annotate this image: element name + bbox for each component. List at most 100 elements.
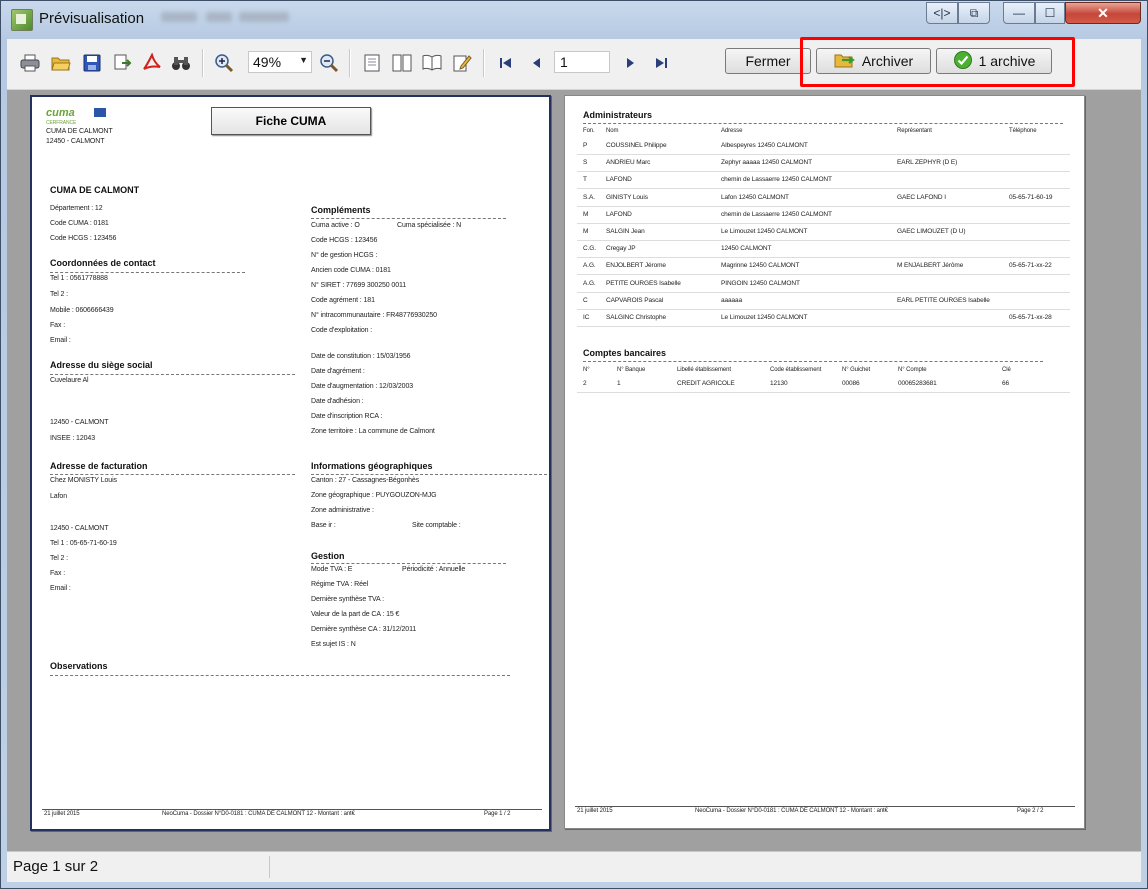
open-folder-icon[interactable] <box>50 52 72 74</box>
section-title: CUMA DE CALMONT <box>50 185 140 195</box>
table-cell: GAEC LAFOND I <box>897 193 946 201</box>
field-fact: Lafon <box>50 493 68 500</box>
table-row <box>577 257 1070 259</box>
table-row <box>577 222 1070 224</box>
table-row <box>577 291 1070 293</box>
dashed-divider <box>50 272 245 273</box>
single-page-icon[interactable] <box>361 52 383 74</box>
bank-header: N° Banque <box>617 367 646 373</box>
preview-area[interactable]: cuma CERFRANCE CUMA DE CALMONT 12450 - C… <box>7 90 1141 851</box>
bank-header: N° Compte <box>898 367 927 373</box>
title-bar[interactable]: Prévisualisation <|> ⧉ — ☐ ✕ <box>1 1 1147 37</box>
table-cell: Magrinne 12450 CALMONT <box>721 262 800 270</box>
close-button[interactable]: ✕ <box>1065 2 1141 24</box>
print-icon[interactable] <box>19 52 41 74</box>
field: Date d'adhésion : <box>311 398 364 405</box>
field-tel2: Tel 2 : <box>50 291 68 298</box>
table-cell: LAFOND <box>606 210 632 218</box>
table-cell: EARL ZEPHYR (D E) <box>897 159 958 167</box>
table-cell: S <box>583 159 588 167</box>
field: Base ir : <box>311 522 336 529</box>
restore-window-icon[interactable]: ⧉ <box>958 2 990 24</box>
table-cell: LAFOND <box>606 176 632 184</box>
pdf-icon[interactable] <box>141 52 163 74</box>
minimize-button[interactable]: — <box>1003 2 1035 24</box>
field: Dernière synthèse CA : 31/12/2011 <box>311 626 417 633</box>
field: Date d'agrément : <box>311 368 365 375</box>
table-cell: COUSSINEL Philippe <box>606 142 667 149</box>
page-number-input[interactable] <box>554 51 610 73</box>
field-siege: Cuvelaure Al <box>50 377 89 384</box>
chevron-down-icon: ▼ <box>299 55 308 65</box>
save-icon[interactable] <box>81 52 103 74</box>
last-page-icon[interactable] <box>650 52 672 74</box>
fermer-button[interactable]: Fermer <box>725 48 811 74</box>
table-cell: aaaaaa <box>721 296 743 304</box>
book-icon[interactable] <box>421 52 443 74</box>
field: Zone géographique : PUYGOUZON-MJG <box>311 492 437 499</box>
bank-header: Code établissement <box>770 367 822 373</box>
table-cell: ANDRIEU Marc <box>606 159 651 167</box>
table-cell: Le Limouzet 12450 CALMONT <box>721 228 808 235</box>
field: Code d'exploitation : <box>311 327 373 334</box>
table-cell: Lafon 12450 CALMONT <box>721 193 789 201</box>
section-title: Adresse de facturation <box>50 461 148 471</box>
field: Zone territoire : La commune de Calmont <box>311 428 435 435</box>
section-title: Administrateurs <box>583 110 653 120</box>
table-cell: SALGINC Christophe <box>606 314 666 321</box>
section-title: Informations géographiques <box>311 461 433 471</box>
table-row <box>577 308 1070 310</box>
blurred-title-part <box>161 12 197 22</box>
table-row <box>577 154 1070 155</box>
next-page-icon[interactable] <box>620 52 642 74</box>
bank-header: Clé <box>1002 367 1011 373</box>
field: Dernière synthèse TVA : <box>311 596 384 603</box>
zoom-in-icon[interactable] <box>213 52 235 74</box>
table-cell: Zephyr aaaaa 12450 CALMONT <box>721 159 812 167</box>
window-title: Prévisualisation <box>39 10 145 27</box>
zoom-select[interactable]: 49% ▼ <box>248 51 312 73</box>
section-title: Coordonnées de contact <box>50 258 156 268</box>
table-header: Adresse <box>721 128 743 134</box>
field: Date d'augmentation : 12/03/2003 <box>311 383 414 390</box>
field-fact-tel2: Tel 2 : <box>50 555 68 562</box>
field: Canton : 27 - Cassagnes-Bégonhès <box>311 477 420 484</box>
table-cell: GINISTY Louis <box>606 193 648 201</box>
preview-page-2[interactable]: Administrateurs Comptes bancaires 21 jui… <box>564 95 1085 829</box>
field-fact-city: 12450 - CALMONT <box>50 525 109 532</box>
fermer-label: Fermer <box>745 53 791 69</box>
bank-cell: 12130 <box>770 380 788 387</box>
first-page-icon[interactable] <box>495 52 517 74</box>
two-page-icon[interactable] <box>391 52 413 74</box>
separator <box>349 49 351 77</box>
table-cell: EARL PETITE OURGES Isabelle <box>897 296 990 304</box>
bank-cell: 1 <box>617 380 621 387</box>
table-cell: PINGOIN 12450 CALMONT <box>721 279 800 287</box>
field: Ancien code CUMA : 0181 <box>311 267 391 274</box>
status-divider <box>269 856 270 878</box>
field: Valeur de la part de CA : 15 € <box>311 611 400 618</box>
table-header: Téléphone <box>1009 128 1037 134</box>
fiche-title: Fiche CUMA <box>211 107 371 135</box>
preview-page-1[interactable]: cuma CERFRANCE CUMA DE CALMONT 12450 - C… <box>30 95 551 831</box>
edit-icon[interactable] <box>451 52 473 74</box>
field: Périodicité : Annuelle <box>402 566 466 573</box>
zoom-out-icon[interactable] <box>318 52 340 74</box>
zoom-value: 49% <box>253 54 282 70</box>
binoculars-icon[interactable] <box>170 52 192 74</box>
field: Date de constitution : 15/03/1956 <box>311 353 411 360</box>
dashed-divider <box>311 563 506 564</box>
maximize-button[interactable]: ☐ <box>1035 2 1065 24</box>
table-row <box>577 326 1070 327</box>
table-cell: T <box>583 176 587 184</box>
field: Date d'inscription RCA : <box>311 413 383 420</box>
field: Code agrément : 181 <box>311 297 375 304</box>
code-icon[interactable]: <|> <box>926 2 958 24</box>
table-cell: M <box>583 210 589 218</box>
field: Mode TVA : E <box>311 566 353 573</box>
export-icon[interactable] <box>111 52 133 74</box>
prev-page-icon[interactable] <box>525 52 547 74</box>
dashed-divider <box>50 675 510 676</box>
field-code-cuma: Code CUMA : 0181 <box>50 220 109 227</box>
separator <box>483 49 485 77</box>
